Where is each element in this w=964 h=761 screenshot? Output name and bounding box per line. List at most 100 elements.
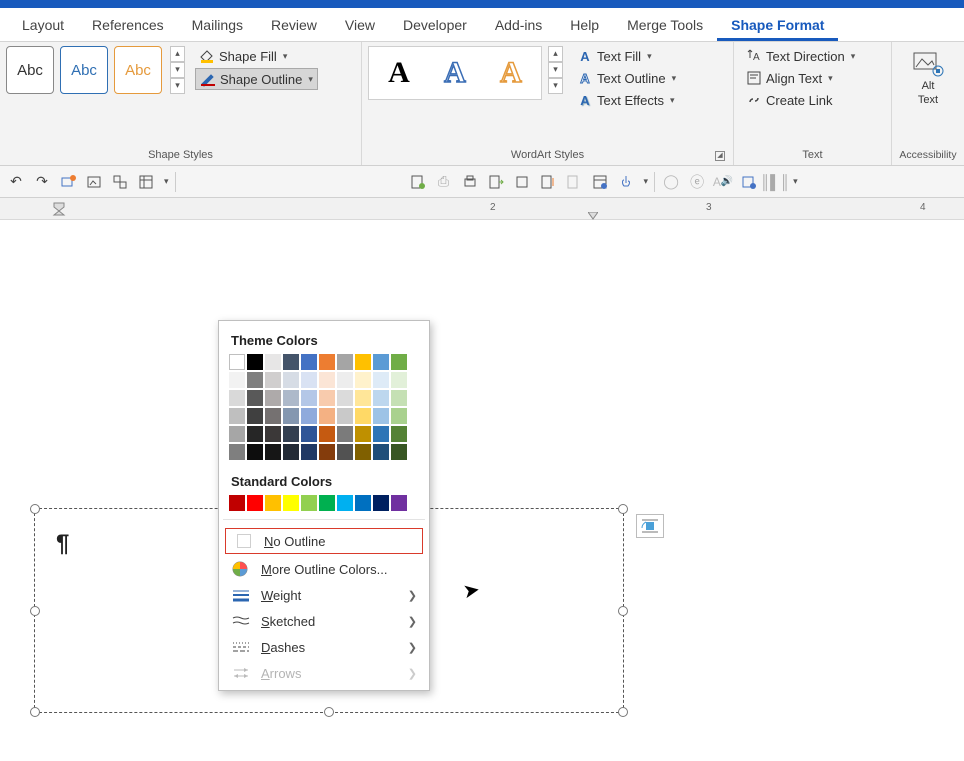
- tab-mailings[interactable]: Mailings: [178, 11, 257, 41]
- qat-icon-8[interactable]: ⎙: [434, 172, 454, 192]
- theme-shade-7-4[interactable]: [355, 444, 371, 460]
- tab-layout[interactable]: Layout: [8, 11, 78, 41]
- touch-mode-icon[interactable]: [616, 172, 636, 192]
- theme-shade-9-1[interactable]: [391, 390, 407, 406]
- theme-shade-9-2[interactable]: [391, 408, 407, 424]
- theme-shade-3-3[interactable]: [283, 426, 299, 442]
- wordart-swatch-2[interactable]: A: [431, 49, 479, 97]
- layout-options-button[interactable]: [636, 514, 664, 538]
- std-color-6[interactable]: [337, 495, 353, 511]
- theme-shade-2-4[interactable]: [265, 444, 281, 460]
- theme-shade-0-4[interactable]: [229, 444, 245, 460]
- qat-icon-18[interactable]: [739, 172, 759, 192]
- undo-icon[interactable]: ↶: [6, 172, 26, 192]
- theme-shade-6-0[interactable]: [337, 372, 353, 388]
- wordart-dialog-launcher[interactable]: ◢: [715, 151, 725, 161]
- dashes-item[interactable]: Dashes ❯: [219, 634, 429, 660]
- theme-shade-7-2[interactable]: [355, 408, 371, 424]
- resize-handle-se[interactable]: [618, 707, 628, 717]
- theme-shade-8-4[interactable]: [373, 444, 389, 460]
- align-text-button[interactable]: Align Text▾: [742, 68, 859, 88]
- qat-icon-16[interactable]: ⓔ: [687, 172, 707, 192]
- std-color-5[interactable]: [319, 495, 335, 511]
- theme-color-2[interactable]: [265, 354, 281, 370]
- qat-icon-11[interactable]: [512, 172, 532, 192]
- wa-gallery-more[interactable]: ▾: [548, 78, 563, 94]
- wordart-swatch-1[interactable]: A: [375, 49, 423, 97]
- theme-shade-2-3[interactable]: [265, 426, 281, 442]
- qat-icon-5[interactable]: [110, 172, 130, 192]
- theme-shade-9-4[interactable]: [391, 444, 407, 460]
- theme-shade-1-3[interactable]: [247, 426, 263, 442]
- theme-color-4[interactable]: [301, 354, 317, 370]
- touch-caret[interactable]: ▾: [644, 176, 649, 187]
- weight-item[interactable]: Weight ❯: [219, 582, 429, 608]
- shape-fill-button[interactable]: Shape Fill▾: [195, 46, 318, 66]
- theme-shade-7-3[interactable]: [355, 426, 371, 442]
- theme-shade-7-0[interactable]: [355, 372, 371, 388]
- qat-table-caret[interactable]: ▾: [164, 176, 169, 187]
- text-outline-button[interactable]: A Text Outline▾: [573, 68, 680, 88]
- gallery-more[interactable]: ▾: [170, 78, 185, 94]
- theme-shade-0-2[interactable]: [229, 408, 245, 424]
- theme-shade-1-0[interactable]: [247, 372, 263, 388]
- barcode-caret[interactable]: ▾: [793, 176, 798, 187]
- resize-handle-w[interactable]: [30, 606, 40, 616]
- horizontal-ruler[interactable]: 2 3 4: [0, 198, 964, 220]
- theme-color-6[interactable]: [337, 354, 353, 370]
- qat-icon-15[interactable]: ◯: [661, 172, 681, 192]
- theme-shade-4-4[interactable]: [301, 444, 317, 460]
- theme-shade-3-1[interactable]: [283, 390, 299, 406]
- std-color-1[interactable]: [247, 495, 263, 511]
- resize-handle-s[interactable]: [324, 707, 334, 717]
- theme-shade-2-2[interactable]: [265, 408, 281, 424]
- theme-shade-6-3[interactable]: [337, 426, 353, 442]
- std-color-8[interactable]: [373, 495, 389, 511]
- theme-shade-7-1[interactable]: [355, 390, 371, 406]
- theme-color-white[interactable]: [229, 354, 245, 370]
- theme-shade-9-3[interactable]: [391, 426, 407, 442]
- theme-shade-1-1[interactable]: [247, 390, 263, 406]
- theme-shade-5-2[interactable]: [319, 408, 335, 424]
- std-color-9[interactable]: [391, 495, 407, 511]
- theme-shade-2-1[interactable]: [265, 390, 281, 406]
- tab-view[interactable]: View: [331, 11, 389, 41]
- theme-shade-3-0[interactable]: [283, 372, 299, 388]
- qat-icon-10[interactable]: [486, 172, 506, 192]
- theme-shade-4-0[interactable]: [301, 372, 317, 388]
- theme-shade-6-2[interactable]: [337, 408, 353, 424]
- wa-gallery-up[interactable]: ▴: [548, 46, 563, 62]
- qat-icon-13[interactable]: [564, 172, 584, 192]
- shape-outline-button[interactable]: Shape Outline▾: [195, 68, 318, 90]
- shape-style-swatch-2[interactable]: Abc: [60, 46, 108, 94]
- tab-merge-tools[interactable]: Merge Tools: [613, 11, 717, 41]
- theme-shade-3-2[interactable]: [283, 408, 299, 424]
- theme-shade-0-0[interactable]: [229, 372, 245, 388]
- theme-shade-8-2[interactable]: [373, 408, 389, 424]
- text-direction-button[interactable]: A Text Direction▾: [742, 46, 859, 66]
- theme-color-8[interactable]: [373, 354, 389, 370]
- theme-shade-1-2[interactable]: [247, 408, 263, 424]
- std-color-0[interactable]: [229, 495, 245, 511]
- theme-color-7[interactable]: [355, 354, 371, 370]
- theme-shade-5-3[interactable]: [319, 426, 335, 442]
- theme-shade-4-1[interactable]: [301, 390, 317, 406]
- resize-handle-e[interactable]: [618, 606, 628, 616]
- theme-shade-8-3[interactable]: [373, 426, 389, 442]
- qat-icon-4[interactable]: [84, 172, 104, 192]
- qat-icon-7[interactable]: [408, 172, 428, 192]
- resize-handle-ne[interactable]: [618, 504, 628, 514]
- indent-marker-icon[interactable]: [52, 201, 66, 217]
- tab-references[interactable]: References: [78, 11, 178, 41]
- theme-shade-8-1[interactable]: [373, 390, 389, 406]
- shape-style-swatch-3[interactable]: Abc: [114, 46, 162, 94]
- theme-shade-4-2[interactable]: [301, 408, 317, 424]
- theme-shade-6-1[interactable]: [337, 390, 353, 406]
- text-effects-button[interactable]: A Text Effects▾: [573, 90, 680, 110]
- gallery-down[interactable]: ▾: [170, 62, 185, 78]
- barcode-icon[interactable]: ║▌║: [765, 172, 785, 192]
- alt-text-button[interactable]: Alt Text: [904, 46, 952, 110]
- theme-shade-3-4[interactable]: [283, 444, 299, 460]
- sketched-item[interactable]: Sketched ❯: [219, 608, 429, 634]
- redo-icon[interactable]: ↷: [32, 172, 52, 192]
